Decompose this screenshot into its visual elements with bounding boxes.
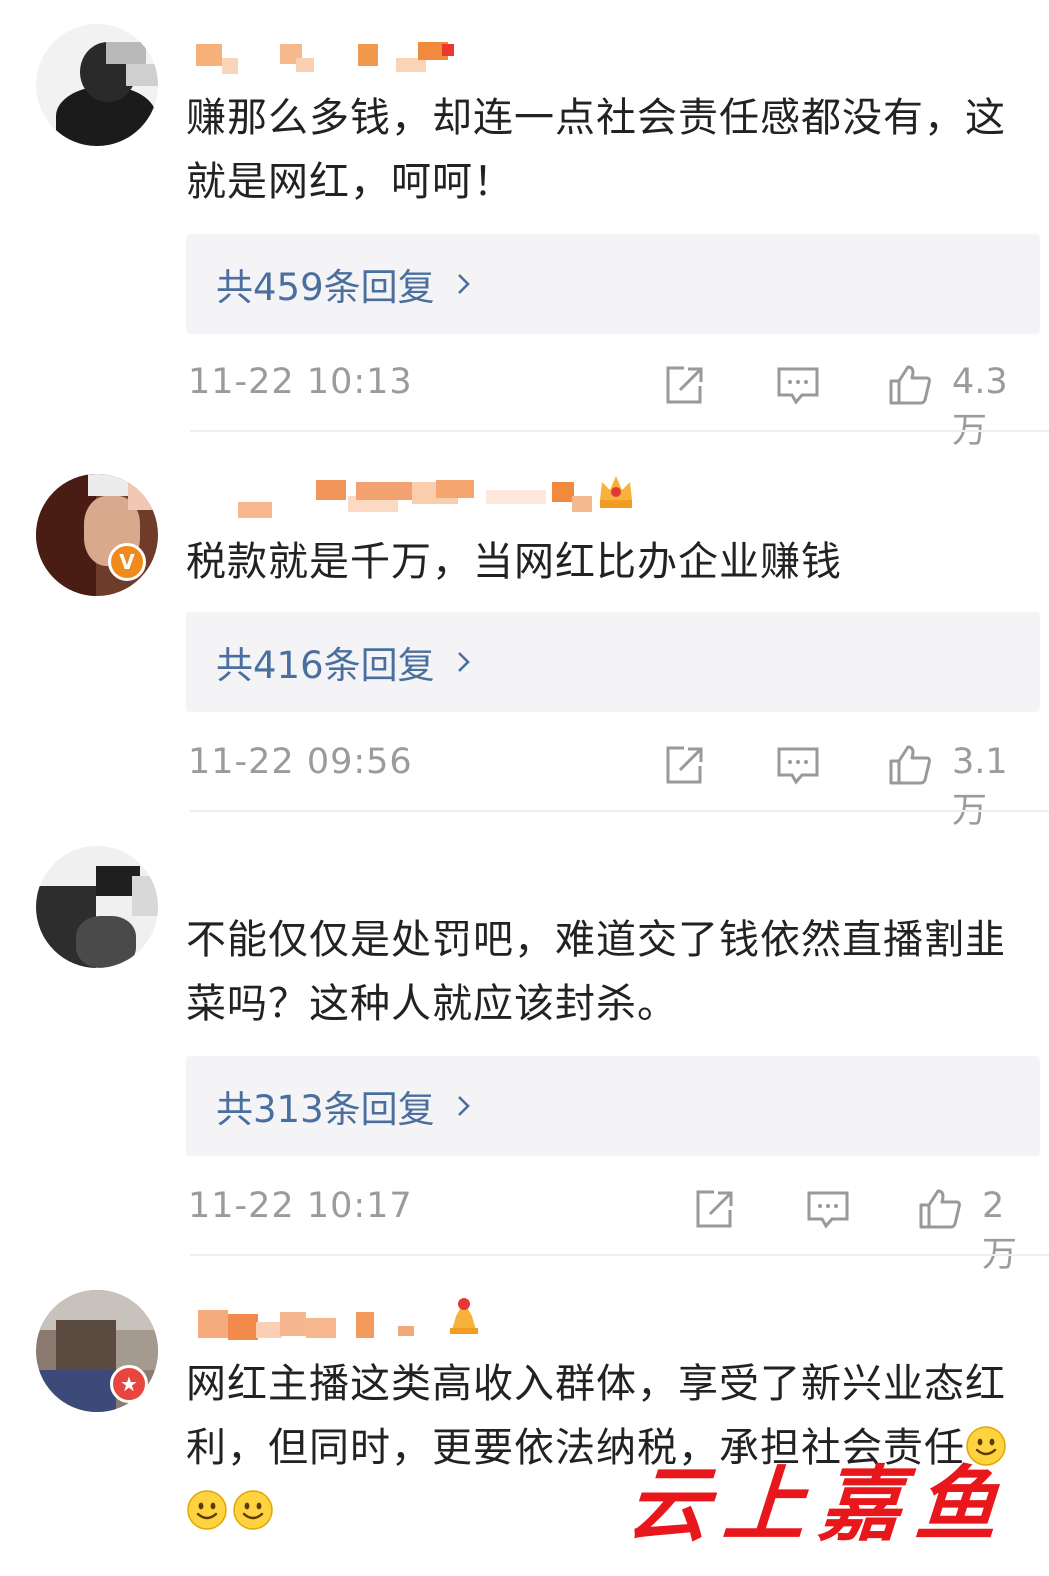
member-badge: ★ xyxy=(110,1365,148,1403)
level-crown-icon xyxy=(600,476,632,508)
username-blurred[interactable] xyxy=(196,1304,436,1344)
chevron-right-icon xyxy=(457,1096,470,1116)
like-count: 2万 xyxy=(982,1186,1018,1275)
badge-label: V xyxy=(119,550,135,574)
smile-emoji xyxy=(187,1490,227,1530)
smile-emoji xyxy=(233,1490,273,1530)
reply-count-label: 共459条回复 xyxy=(216,266,435,309)
reply-count-label: 共313条回复 xyxy=(216,1088,435,1131)
comment-text: 赚那么多钱，却连一点社会责任感都没有，这就是网红，呵呵！ xyxy=(186,95,1006,205)
timestamp: 11-22 10:13 xyxy=(188,362,413,402)
divider xyxy=(190,1254,1049,1256)
badge-label: ★ xyxy=(120,1372,138,1396)
avatar[interactable] xyxy=(36,846,158,968)
reply-count-link[interactable]: 共313条回复 xyxy=(186,1056,1040,1156)
reply-count-link[interactable]: 共459条回复 xyxy=(186,234,1040,334)
like-icon[interactable] xyxy=(918,1188,962,1230)
username-blurred[interactable] xyxy=(196,40,476,80)
username-blurred[interactable] xyxy=(196,476,616,518)
comment-icon[interactable] xyxy=(806,1188,850,1230)
verified-badge: V xyxy=(108,543,146,581)
avatar[interactable] xyxy=(36,24,158,146)
avatar[interactable] xyxy=(36,474,158,596)
chevron-right-icon xyxy=(457,652,470,672)
like-count: 3.1万 xyxy=(952,742,1008,831)
timestamp: 11-22 09:56 xyxy=(188,742,413,782)
like-count: 4.3万 xyxy=(952,362,1008,451)
share-icon[interactable] xyxy=(662,364,706,406)
divider xyxy=(190,810,1049,812)
share-icon[interactable] xyxy=(662,744,706,786)
comment-meta: 11-22 10:17 2万 xyxy=(186,1182,1037,1275)
comment-text: 不能仅仅是处罚吧，难道交了钱依然直播割韭菜吗？这种人就应该封杀。 xyxy=(186,917,1006,1027)
watermark: 云上嘉鱼 xyxy=(624,1457,1015,1553)
like-icon[interactable] xyxy=(888,744,932,786)
reply-count-link[interactable]: 共416条回复 xyxy=(186,612,1040,712)
reply-count-label: 共416条回复 xyxy=(216,644,435,687)
chevron-right-icon xyxy=(457,274,470,294)
comment-text: 税款就是千万，当网红比办企业赚钱 xyxy=(186,539,842,585)
level-crown-icon xyxy=(450,1298,478,1334)
like-icon[interactable] xyxy=(888,364,932,406)
divider xyxy=(190,430,1049,432)
comment-icon[interactable] xyxy=(776,744,820,786)
timestamp: 11-22 10:17 xyxy=(188,1186,413,1226)
share-icon[interactable] xyxy=(692,1188,736,1230)
comment-meta: 11-22 09:56 3.1万 xyxy=(186,738,1037,831)
comment-icon[interactable] xyxy=(776,364,820,406)
comment-meta: 11-22 10:13 4.3万 xyxy=(186,358,1037,451)
